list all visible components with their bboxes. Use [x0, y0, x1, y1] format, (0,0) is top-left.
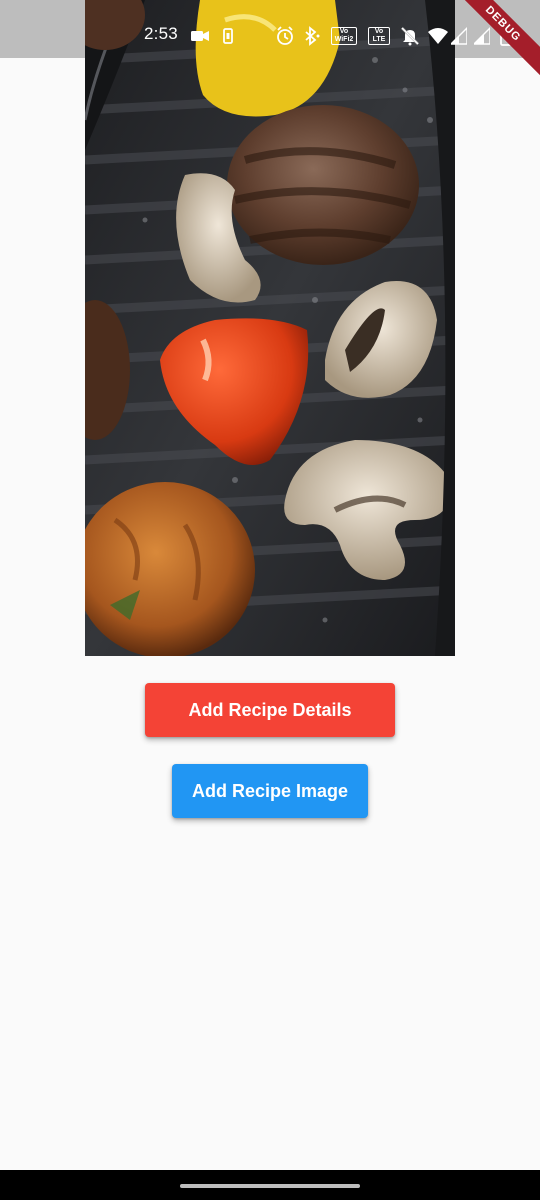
status-time: 2:53: [144, 24, 178, 43]
signal-icon: [474, 26, 490, 46]
food-photo-icon: [85, 0, 455, 656]
gesture-handle[interactable]: [180, 1184, 360, 1188]
status-bar: 2:53 Vo WiFi2 Vo LTE: [0, 0, 540, 70]
add-recipe-details-button[interactable]: Add Recipe Details: [145, 683, 395, 737]
signal-icon: [451, 26, 467, 46]
vowifi2-icon: Vo WiFi2: [331, 27, 357, 45]
volte-icon: Vo LTE: [368, 27, 390, 45]
video-camera-icon: [191, 26, 209, 46]
navigation-bar: [0, 1170, 540, 1200]
add-recipe-image-button[interactable]: Add Recipe Image: [172, 764, 368, 818]
wifi-icon: [428, 26, 448, 46]
phone-screen-icon: [223, 26, 233, 46]
recipe-image: [85, 0, 455, 656]
bell-off-icon: [401, 26, 419, 46]
alarm-icon: [276, 26, 294, 46]
bluetooth-icon: [303, 26, 321, 46]
